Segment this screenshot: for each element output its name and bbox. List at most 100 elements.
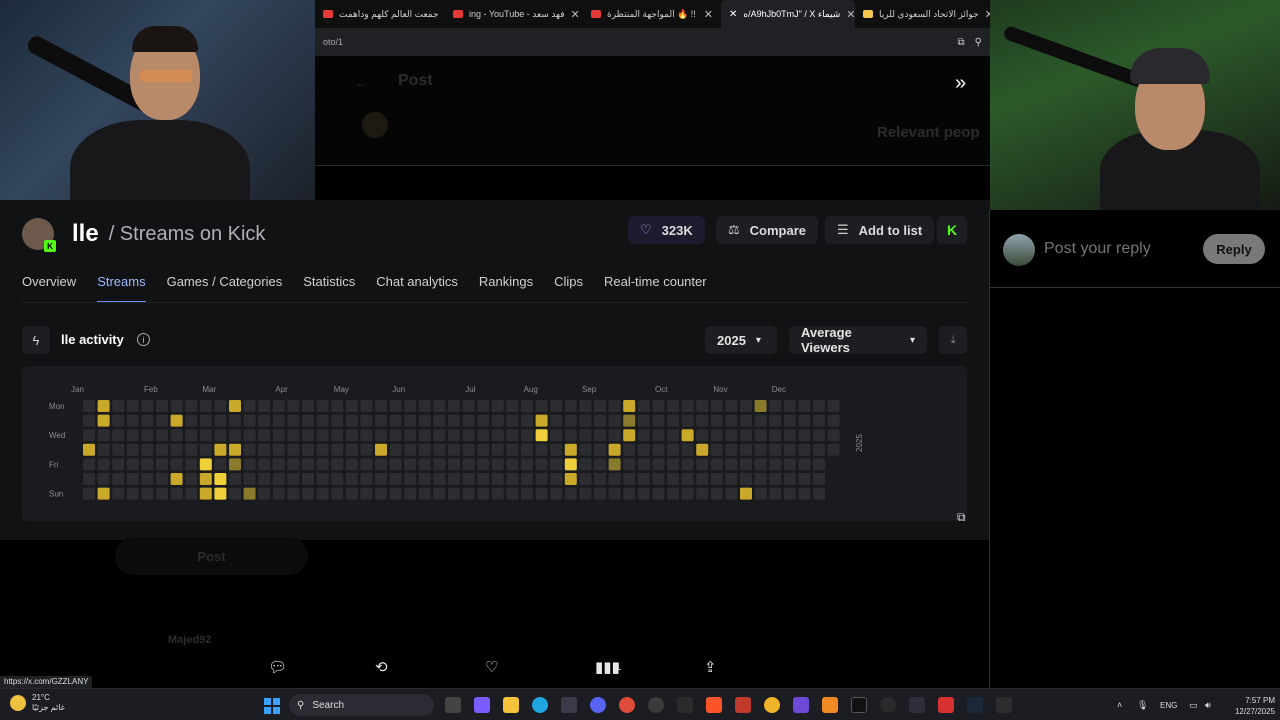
heatmap-cell[interactable] [199, 400, 212, 412]
heatmap-cell[interactable] [608, 487, 621, 500]
heatmap-cell[interactable] [550, 429, 563, 442]
heatmap-cell[interactable] [813, 414, 825, 427]
heatmap-cell-active[interactable] [97, 400, 110, 412]
heatmap-cell[interactable] [667, 414, 679, 427]
tiktok-icon[interactable] [851, 697, 867, 713]
heatmap-cell[interactable] [594, 487, 606, 500]
repost-icon[interactable]: ⟲ [375, 658, 388, 676]
heatmap-cell[interactable] [710, 443, 723, 456]
heatmap-cell[interactable] [725, 429, 738, 442]
heatmap-cell[interactable] [258, 443, 271, 456]
heatmap-cell[interactable] [331, 458, 344, 471]
heatmap-cell[interactable] [404, 473, 417, 485]
heatmap-cell[interactable] [272, 414, 285, 427]
heatmap-cell[interactable] [185, 400, 198, 412]
heatmap-cell[interactable] [404, 400, 417, 412]
heatmap-cell[interactable] [783, 487, 796, 500]
heatmap-cell[interactable] [112, 429, 125, 442]
heatmap-cell-active[interactable] [564, 443, 577, 456]
heatmap-cell[interactable] [331, 487, 344, 500]
info-icon[interactable]: i [137, 333, 150, 346]
heatmap-cell[interactable] [594, 473, 606, 485]
heatmap-cell[interactable] [375, 429, 387, 442]
heatmap-cell[interactable] [302, 429, 314, 442]
heatmap-cell[interactable] [652, 443, 665, 456]
heatmap-cell[interactable] [798, 443, 811, 456]
app-icon[interactable] [822, 697, 838, 713]
taskbar-search[interactable]: ⚲ Search [289, 694, 434, 716]
clock[interactable]: 7:57 PM 12/27/2025 [1225, 695, 1275, 717]
heatmap-cell[interactable] [477, 473, 490, 485]
heatmap-cell[interactable] [345, 414, 358, 427]
app-icon[interactable] [996, 697, 1012, 713]
heatmap-cell-active[interactable] [696, 443, 709, 456]
heatmap-cell[interactable] [448, 400, 460, 412]
heatmap-cell[interactable] [769, 400, 782, 412]
heatmap-cell[interactable] [579, 443, 592, 456]
copilot-icon[interactable] [474, 697, 490, 713]
heatmap-cell-active[interactable] [199, 458, 212, 471]
heatmap-cell[interactable] [112, 400, 125, 412]
heatmap-cell[interactable] [594, 443, 606, 456]
heatmap-cell[interactable] [170, 487, 183, 500]
heatmap-cell[interactable] [637, 473, 650, 485]
heatmap-cell[interactable] [404, 429, 417, 442]
chevron-up-icon[interactable]: ˄ [1117, 700, 1122, 710]
heatmap-cell[interactable] [462, 487, 475, 500]
heatmap-cell-active[interactable] [97, 414, 110, 427]
heatmap-cell[interactable] [667, 458, 679, 471]
heatmap-cell[interactable] [827, 400, 840, 412]
heatmap-cell[interactable] [272, 487, 285, 500]
task-view-icon[interactable] [445, 697, 461, 713]
heatmap-cell[interactable] [448, 443, 460, 456]
heatmap-cell[interactable] [594, 414, 606, 427]
heatmap-cell[interactable] [491, 414, 504, 427]
heatmap-cell[interactable] [462, 458, 475, 471]
heatmap-cell[interactable] [681, 400, 694, 412]
app-icon[interactable] [909, 697, 925, 713]
heatmap-cell[interactable] [608, 473, 621, 485]
heatmap-cell[interactable] [126, 443, 139, 456]
heatmap-cell[interactable] [491, 429, 504, 442]
heatmap-cell[interactable] [156, 458, 168, 471]
heatmap-cell[interactable] [827, 443, 840, 456]
heatmap-cell[interactable] [287, 414, 300, 427]
heatmap-cell[interactable] [287, 400, 300, 412]
heatmap-cell[interactable] [783, 414, 796, 427]
heatmap-cell-active[interactable] [214, 487, 227, 500]
heatmap-cell[interactable] [667, 473, 679, 485]
file-explorer-icon[interactable] [503, 697, 519, 713]
heatmap-cell[interactable] [272, 473, 285, 485]
heatmap-cell[interactable] [506, 473, 519, 485]
obs-icon[interactable] [880, 697, 896, 713]
heatmap-cell[interactable] [594, 429, 606, 442]
heatmap-cell[interactable] [769, 487, 782, 500]
heatmap-cell[interactable] [433, 487, 446, 500]
address-bar[interactable]: oto/1 ⧉ ⚲ [315, 28, 990, 56]
heatmap-cell[interactable] [652, 400, 665, 412]
heatmap-cell[interactable] [258, 414, 271, 427]
heatmap-cell[interactable] [83, 414, 95, 427]
heatmap-cell-active[interactable] [623, 429, 636, 442]
heatmap-cell[interactable] [97, 458, 110, 471]
cast-icon[interactable]: ⧉ [958, 37, 965, 48]
heatmap-cell[interactable] [637, 458, 650, 471]
heatmap-cell[interactable] [345, 458, 358, 471]
heatmap-cell[interactable] [331, 400, 344, 412]
heatmap-cell[interactable] [302, 400, 314, 412]
heatmap-cell-active[interactable] [199, 473, 212, 485]
heatmap-cell[interactable] [433, 400, 446, 412]
tab-clips[interactable]: Clips [554, 274, 583, 303]
heatmap-cell[interactable] [637, 414, 650, 427]
heatmap-cell[interactable] [448, 414, 460, 427]
heatmap-cell[interactable] [141, 443, 154, 456]
heatmap-cell[interactable] [725, 443, 738, 456]
heatmap-cell[interactable] [126, 400, 139, 412]
network-icon[interactable]: ▭ [1189, 700, 1198, 711]
heatmap-cell[interactable] [185, 443, 198, 456]
heatmap-cell[interactable] [258, 458, 271, 471]
tab-statistics[interactable]: Statistics [303, 274, 355, 303]
heatmap-cell[interactable] [199, 443, 212, 456]
heatmap-cell[interactable] [389, 429, 402, 442]
heatmap-cell[interactable] [83, 429, 95, 442]
